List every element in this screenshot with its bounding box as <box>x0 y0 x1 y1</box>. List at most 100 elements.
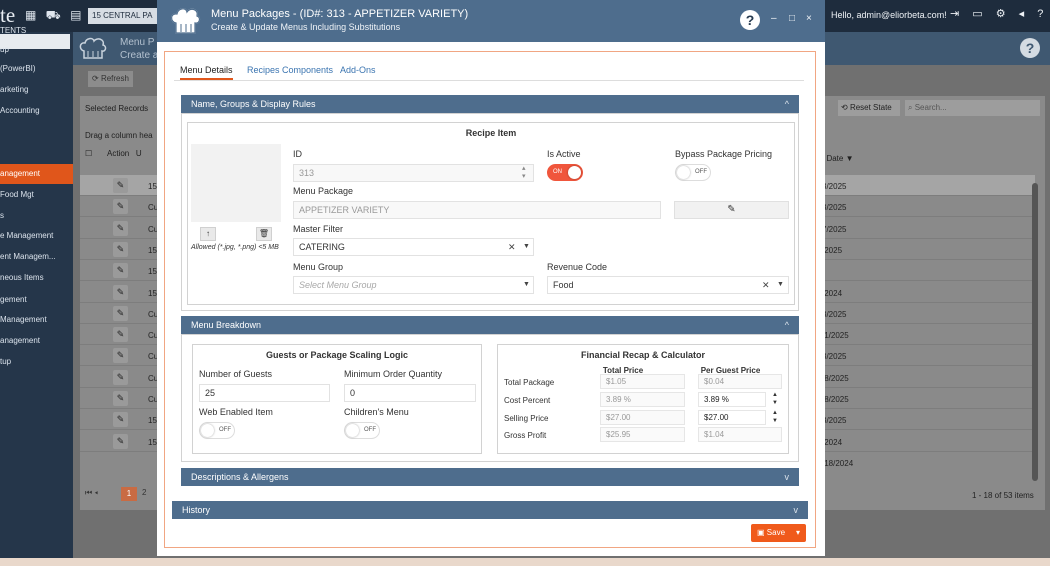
reset-state-button[interactable]: ⟲ Reset State <box>838 100 900 116</box>
location-selector[interactable]: 15 CENTRAL PA <box>88 8 158 24</box>
chevron-up-icon[interactable]: ^ <box>785 95 789 113</box>
tab-add-ons[interactable]: Add-Ons <box>340 62 376 78</box>
section-descriptions-header[interactable]: Descriptions & Allergens v <box>181 468 799 486</box>
chevron-down-icon[interactable]: ▼ <box>523 239 530 255</box>
sidebar-item[interactable]: neous Items <box>0 268 73 288</box>
edit-pencil-icon[interactable]: ✎ <box>674 201 789 219</box>
save-button[interactable]: ▣ Save ▾ <box>751 524 806 542</box>
sidebar-item[interactable]: s <box>0 206 73 226</box>
chevron-up-icon[interactable]: ^ <box>785 316 789 334</box>
edit-pencil-icon[interactable]: ✎ <box>113 412 128 427</box>
edit-pencil-icon[interactable]: ✎ <box>113 434 128 449</box>
sidebar-item[interactable]: Management <box>0 310 73 330</box>
header-action-icons[interactable]: ⇥ ▭ ⚙ ◂ ? <box>950 7 1048 20</box>
row-id: 15 <box>148 182 157 191</box>
upload-icon[interactable]: ↑ <box>200 227 216 241</box>
tab-recipes-components[interactable]: Recipes Components <box>247 62 333 78</box>
modal-subtitle: Create & Update Menus Including Substitu… <box>211 22 401 32</box>
edit-pencil-icon[interactable]: ✎ <box>113 391 128 406</box>
row-id: 15 <box>148 438 157 447</box>
edit-pencil-icon[interactable]: ✎ <box>113 199 128 214</box>
page-2-button[interactable]: 2 <box>142 488 146 497</box>
edit-pencil-icon[interactable]: ✎ <box>113 221 128 236</box>
financial-row-label: Cost Percent <box>504 396 551 405</box>
section-menu-breakdown-header[interactable]: Menu Breakdown ^ <box>181 316 799 334</box>
per-guest-price-input[interactable]: $27.00 <box>698 410 766 425</box>
sidebar-item[interactable]: Food Mgt <box>0 185 73 205</box>
menu-package-input[interactable]: APPETIZER VARIETY <box>293 201 661 219</box>
refresh-button[interactable]: ⟳ Refresh <box>88 71 133 87</box>
modal-title: Menu Packages - (ID#: 313 - APPETIZER VA… <box>211 8 469 20</box>
date-column-header[interactable]: t Date ▼ <box>822 154 853 163</box>
tab-menu-details[interactable]: Menu Details <box>180 62 233 80</box>
grid-scrollbar[interactable] <box>1032 183 1038 481</box>
stepper-icon[interactable]: ▲ ▼ <box>769 391 781 408</box>
grid-search-input[interactable]: ⌕ Search... <box>905 100 1040 116</box>
pager-nav[interactable]: ⏮ ◂ <box>85 488 98 498</box>
bypass-pricing-label: Bypass Package Pricing <box>675 149 773 159</box>
edit-pencil-icon[interactable]: ✎ <box>113 242 128 257</box>
sidebar-item[interactable]: e Management <box>0 226 73 246</box>
clear-icon[interactable]: ✕ <box>762 277 770 293</box>
revenue-code-select[interactable]: Food ✕ ▼ <box>547 276 789 294</box>
help-icon[interactable]: ? <box>740 10 760 30</box>
sidebar-item[interactable]: anagement <box>0 331 73 351</box>
web-enabled-toggle[interactable]: OFF <box>199 422 235 439</box>
user-greeting: Hello, admin@eliorbeta.com! <box>831 10 947 20</box>
row-date: /8/2025 <box>822 395 849 404</box>
sidebar-item[interactable]: arketing <box>0 80 73 100</box>
stepper-icon[interactable]: ▲ ▼ <box>769 409 781 426</box>
is-active-toggle[interactable]: ON <box>547 164 583 181</box>
sidebar-item[interactable]: ent Managem... <box>0 247 73 267</box>
recipe-item-heading: Recipe Item <box>465 128 517 138</box>
edit-pencil-icon[interactable]: ✎ <box>113 178 128 193</box>
edit-pencil-icon[interactable]: ✎ <box>113 263 128 278</box>
financial-row-label: Selling Price <box>504 414 549 423</box>
sidebar-item[interactable]: tup <box>0 352 73 372</box>
row-date: /8/2025 <box>822 374 849 383</box>
close-icon[interactable]: × <box>806 13 812 24</box>
delete-icon[interactable]: 🗑 <box>256 227 272 241</box>
sidebar-item[interactable]: anagement <box>0 164 73 184</box>
chevron-down-icon[interactable]: v <box>794 501 799 519</box>
section-history-header[interactable]: History v <box>172 501 808 519</box>
number-of-guests-input[interactable]: 25 <box>199 384 330 402</box>
web-enabled-label: Web Enabled Item <box>199 407 273 417</box>
master-filter-select[interactable]: CATERING ✕ ▼ <box>293 238 534 256</box>
per-guest-price-input[interactable]: 3.89 % <box>698 392 766 407</box>
edit-pencil-icon[interactable]: ✎ <box>113 370 128 385</box>
childrens-menu-label: Children's Menu <box>344 407 409 417</box>
min-order-input[interactable]: 0 <box>344 384 476 402</box>
edit-pencil-icon[interactable]: ✎ <box>113 327 128 342</box>
edit-pencil-icon[interactable]: ✎ <box>113 348 128 363</box>
bypass-pricing-toggle[interactable]: OFF <box>675 164 711 181</box>
chevron-down-icon[interactable]: ▼ <box>523 277 530 293</box>
childrens-menu-toggle[interactable]: OFF <box>344 422 380 439</box>
row-date: /2025 <box>822 246 843 255</box>
edit-pencil-icon[interactable]: ✎ <box>113 285 128 300</box>
id-field: 313 ▴ ▾ <box>293 164 534 182</box>
clear-icon[interactable]: ✕ <box>508 239 516 255</box>
chevron-down-icon[interactable]: ▼ <box>777 277 784 293</box>
chevron-down-icon[interactable]: ▾ <box>796 524 800 542</box>
sidebar-item[interactable]: (PowerBI) <box>0 59 73 79</box>
total-price-value: $25.95 <box>600 427 685 442</box>
financial-row-label: Total Package <box>504 378 555 387</box>
minimize-icon[interactable]: – <box>771 13 777 24</box>
menu-package-label: Menu Package <box>293 186 354 196</box>
chef-hat-icon <box>171 8 201 34</box>
maximize-icon[interactable]: □ <box>789 13 795 24</box>
page-1-button[interactable]: 1 <box>121 487 137 501</box>
sidebar-item[interactable]: TENTS <box>0 21 73 41</box>
sidebar-item[interactable]: gement <box>0 290 73 310</box>
sidebar: TENTS up (PowerBI) arketing Accounting anagem… <box>0 26 73 558</box>
edit-pencil-icon[interactable]: ✎ <box>113 306 128 321</box>
sidebar-item[interactable]: Accounting <box>0 101 73 121</box>
menu-group-select[interactable]: Select Menu Group ▼ <box>293 276 534 294</box>
chevron-down-icon[interactable]: v <box>785 468 790 486</box>
scaling-logic-heading: Guests or Package Scaling Logic <box>265 350 409 360</box>
row-id: 15 <box>148 246 157 255</box>
sidebar-item[interactable]: up <box>0 40 73 60</box>
background-help-icon[interactable]: ? <box>1020 38 1040 58</box>
section-name-groups-header[interactable]: Name, Groups & Display Rules ^ <box>181 95 799 113</box>
